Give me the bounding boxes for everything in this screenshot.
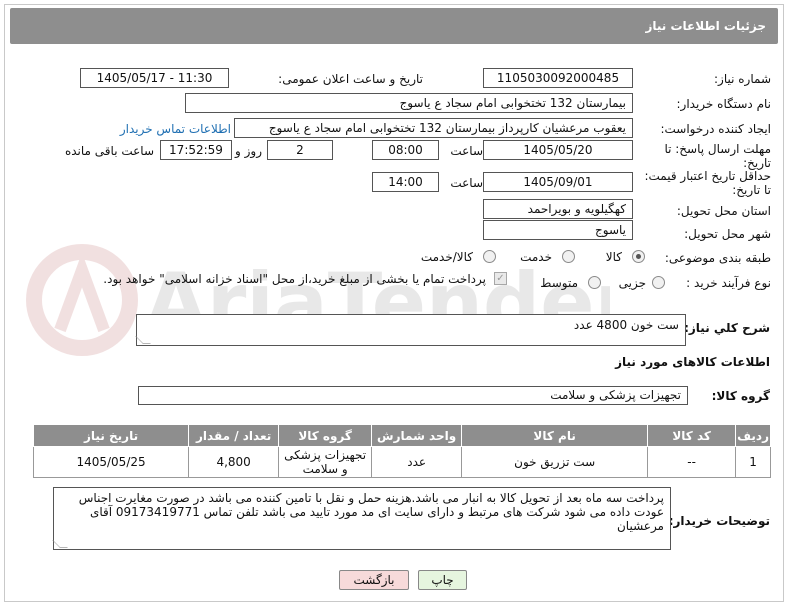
cell-name: ست تزریق خون bbox=[461, 446, 649, 478]
cell-quantity: 4,800 bbox=[188, 446, 280, 478]
buyer-contact-link[interactable]: اطلاعات تماس خریدار bbox=[120, 122, 231, 136]
price-validity-time-field: 14:00 bbox=[372, 172, 439, 192]
column-header-name: نام کالا bbox=[461, 424, 649, 447]
process-radio-minor[interactable] bbox=[652, 276, 665, 289]
process-label: نوع فرآیند خرید : bbox=[686, 276, 771, 290]
province-field: کهگیلویه و بویراحمد bbox=[483, 199, 633, 219]
buyer-org-label: نام دستگاه خریدار: bbox=[676, 97, 772, 111]
page-title: جزئیات اطلاعات نیاز bbox=[10, 8, 778, 44]
goods-group-field: تجهیزات پزشکی و سلامت bbox=[138, 386, 688, 405]
cell-code: -- bbox=[647, 446, 737, 478]
price-validity-label-date: تا تاریخ: bbox=[732, 183, 771, 197]
goods-group-label: گروه کالا: bbox=[711, 389, 770, 403]
cell-group: تجهیزات پزشکی و سلامت bbox=[278, 446, 373, 478]
need-number-field: 1105030092000485 bbox=[483, 68, 633, 88]
deadline-time-field: 08:00 bbox=[372, 140, 439, 160]
city-label: شهر محل تحویل: bbox=[684, 227, 771, 241]
announce-datetime-field: 1405/05/17 - 11:30 bbox=[80, 68, 229, 88]
column-header-need-date: تاریخ نیاز bbox=[32, 424, 190, 447]
payment-note: پرداخت تمام یا بخشی از مبلغ خرید،از محل … bbox=[103, 272, 486, 286]
description-text: ست خون 4800 عدد bbox=[573, 318, 679, 332]
table-header-row: ردیف کد کالا نام کالا واحد شمارش گروه کا… bbox=[32, 424, 771, 447]
days-remaining-field: 2 bbox=[267, 140, 333, 160]
deadline-date-field: 1405/05/20 bbox=[483, 140, 633, 160]
goods-table: ردیف کد کالا نام کالا واحد شمارش گروه کا… bbox=[32, 424, 771, 478]
category-radio-service[interactable] bbox=[562, 250, 575, 263]
creator-field: یعقوب مرعشیان کارپرداز بیمارستان 132 تخت… bbox=[234, 118, 633, 138]
price-validity-time-label: ساعت bbox=[450, 176, 483, 190]
payment-checkbox[interactable]: ✓ bbox=[494, 272, 507, 285]
process-option-medium: متوسط bbox=[540, 276, 578, 290]
city-field: یاسوج bbox=[483, 220, 633, 240]
resize-handle-icon[interactable] bbox=[135, 336, 151, 344]
resize-handle-icon[interactable] bbox=[52, 540, 68, 548]
buyer-org-field: بیمارستان 132 تختخوابی امام سجاد ع یاسوج bbox=[185, 93, 633, 113]
column-header-group: گروه کالا bbox=[278, 424, 373, 447]
cell-unit: عدد bbox=[371, 446, 463, 478]
category-radio-goods-service[interactable] bbox=[483, 250, 496, 263]
description-label: شرح كلي نياز: bbox=[684, 321, 770, 335]
announce-label: تاریخ و ساعت اعلان عمومی: bbox=[278, 72, 423, 86]
category-radio-goods[interactable] bbox=[632, 250, 645, 263]
province-label: استان محل تحویل: bbox=[676, 204, 771, 218]
process-option-minor: جزیی bbox=[618, 276, 646, 290]
deadline-label-date: تاریخ: bbox=[743, 156, 771, 170]
cell-need-date: 1405/05/25 bbox=[32, 446, 190, 478]
back-button[interactable]: بازگشت bbox=[339, 570, 409, 590]
deadline-label: مهلت ارسال پاسخ: تا bbox=[664, 142, 771, 156]
category-option-service: خدمت bbox=[520, 250, 552, 264]
remaining-label: ساعت باقی مانده bbox=[64, 144, 154, 158]
column-header-row-number: ردیف bbox=[735, 424, 771, 447]
price-validity-label: حداقل تاریخ اعتبار قیمت: bbox=[644, 169, 771, 183]
buyer-notes-text: پرداخت سه ماه بعد از تحویل کالا به انبار… bbox=[78, 491, 664, 533]
column-header-code: کد کالا bbox=[647, 424, 737, 447]
buyer-notes-label: توضیحات خریدار: bbox=[668, 514, 770, 528]
cell-row-number: 1 bbox=[735, 446, 771, 478]
remaining-time-field: 17:52:59 bbox=[160, 140, 232, 160]
process-radio-medium[interactable] bbox=[588, 276, 601, 289]
table-row: 1 -- ست تزریق خون عدد تجهیزات پزشکی و سل… bbox=[32, 446, 771, 478]
buyer-notes-field: پرداخت سه ماه بعد از تحویل کالا به انبار… bbox=[52, 487, 671, 550]
column-header-unit: واحد شمارش bbox=[371, 424, 463, 447]
category-option-goods: کالا bbox=[605, 250, 622, 264]
creator-label: ایجاد کننده درخواست: bbox=[660, 122, 771, 136]
column-header-quantity: تعداد / مقدار bbox=[188, 424, 280, 447]
price-validity-date-field: 1405/09/01 bbox=[483, 172, 633, 192]
need-number-label: شماره نیاز: bbox=[714, 72, 771, 86]
category-option-goods-service: کالا/خدمت bbox=[420, 250, 473, 264]
description-field: ست خون 4800 عدد bbox=[135, 314, 686, 346]
print-button[interactable]: چاپ bbox=[418, 570, 467, 590]
days-label: روز و bbox=[235, 144, 262, 158]
deadline-time-label: ساعت bbox=[450, 144, 483, 158]
goods-section-title: اطلاعات کالاهای مورد نیاز bbox=[615, 355, 770, 369]
category-label: طبقه بندی موضوعی: bbox=[664, 251, 771, 265]
